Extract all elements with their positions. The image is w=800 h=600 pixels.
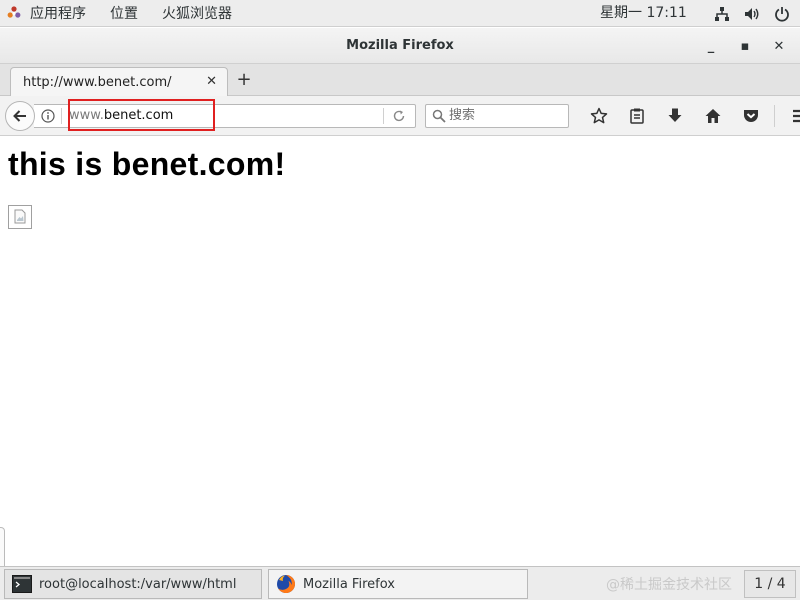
reload-icon[interactable]: [392, 109, 406, 123]
tab-close-button[interactable]: ✕: [206, 74, 217, 89]
taskbar-item-label: Mozilla Firefox: [303, 576, 395, 592]
tab-benet[interactable]: http://www.benet.com/ ✕: [10, 67, 228, 97]
bookmark-star-button[interactable]: [580, 104, 618, 128]
url-highlight-box: [68, 99, 215, 131]
firefox-app-menu-label: 火狐浏览器: [162, 6, 232, 22]
open-menu-button[interactable]: [781, 104, 800, 128]
window-controls: _ ▪ ✕: [696, 28, 794, 64]
download-arrow-icon: [668, 108, 682, 122]
close-window-button[interactable]: ✕: [764, 34, 794, 58]
toolbar-separator: [774, 105, 775, 127]
pocket-icon: [744, 110, 758, 122]
window-title: Mozilla Firefox: [346, 38, 454, 53]
applications-icon: [7, 6, 21, 18]
top-panel: 应用程序 位置 火狐浏览器 星期一 17:11: [0, 0, 800, 27]
home-button[interactable]: [694, 104, 732, 128]
clock[interactable]: 星期一 17:11: [600, 0, 687, 27]
places-menu-label: 位置: [110, 6, 138, 22]
applications-menu[interactable]: 应用程序: [0, 0, 98, 26]
taskbar-item-firefox[interactable]: Mozilla Firefox: [268, 569, 528, 599]
url-separator-right: [383, 108, 384, 124]
search-input[interactable]: 搜索: [449, 105, 475, 127]
power-icon[interactable]: [774, 6, 790, 22]
star-icon: [590, 107, 608, 124]
tab-strip: http://www.benet.com/ ✕ +: [0, 64, 800, 97]
clipboard-icon: [630, 108, 644, 124]
window-titlebar[interactable]: Mozilla Firefox _ ▪ ✕: [0, 28, 800, 64]
system-tray[interactable]: [714, 0, 790, 27]
broken-image-icon: [14, 209, 26, 224]
bookmarks-menu-button[interactable]: [618, 104, 656, 128]
url-separator: [61, 108, 62, 124]
terminal-icon: [11, 574, 33, 594]
new-tab-button[interactable]: +: [234, 70, 254, 90]
volume-icon[interactable]: [744, 6, 760, 22]
toolbar-buttons: [580, 104, 800, 128]
places-menu[interactable]: 位置: [98, 0, 150, 26]
network-icon[interactable]: [714, 6, 730, 22]
tab-title: http://www.benet.com/: [23, 75, 172, 90]
left-edge-tab[interactable]: [0, 527, 5, 567]
top-panel-menu: 应用程序 位置 火狐浏览器: [0, 0, 244, 26]
applications-menu-label: 应用程序: [30, 6, 86, 22]
page-content: this is benet.com!: [0, 137, 800, 567]
page-heading: this is benet.com!: [8, 146, 286, 182]
taskbar-item-label: root@localhost:/var/www/html: [39, 576, 237, 592]
downloads-button[interactable]: [656, 104, 694, 128]
home-icon: [705, 109, 721, 123]
hamburger-menu-icon: [793, 109, 800, 123]
back-button[interactable]: [5, 101, 35, 131]
maximize-button[interactable]: ▪: [730, 34, 760, 58]
broken-image: [8, 205, 32, 229]
site-info-icon[interactable]: [41, 109, 55, 123]
taskbar-item-terminal[interactable]: root@localhost:/var/www/html: [4, 569, 262, 599]
watermark: @稀土掘金技术社区: [606, 577, 732, 593]
search-icon: [432, 109, 446, 123]
search-bar[interactable]: 搜索: [425, 104, 569, 128]
pocket-button[interactable]: [732, 104, 770, 128]
taskbar: root@localhost:/var/www/html Mozilla Fir…: [0, 566, 800, 600]
back-arrow-icon: [13, 110, 26, 122]
firefox-app-menu[interactable]: 火狐浏览器: [150, 0, 244, 26]
workspace-pager[interactable]: 1 / 4: [744, 570, 796, 598]
firefox-icon: [275, 574, 297, 594]
minimize-button[interactable]: _: [696, 34, 726, 58]
